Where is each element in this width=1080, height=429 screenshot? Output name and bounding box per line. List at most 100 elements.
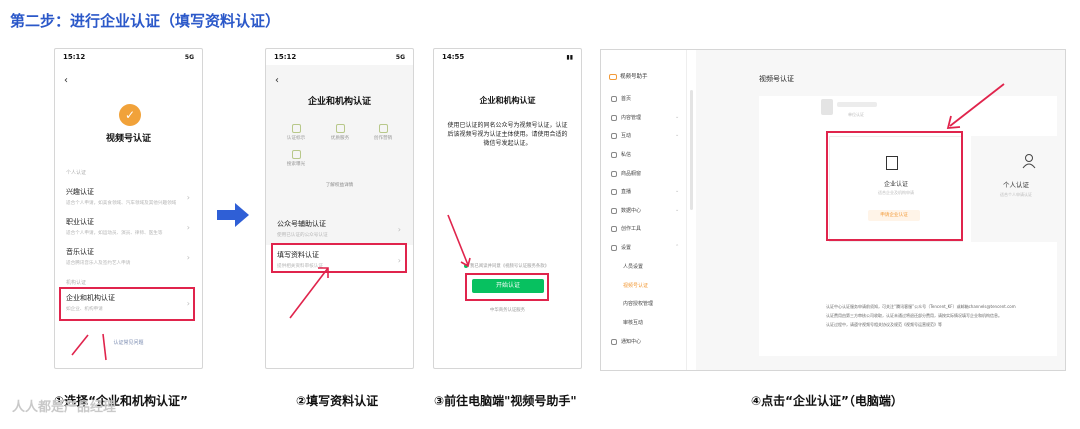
agreement-checkbox[interactable]: 我已阅读并同意《视频号认证服务条款》 <box>464 263 549 269</box>
home-icon <box>611 95 617 102</box>
nav-interaction[interactable]: 互动 ⌄ <box>611 132 679 139</box>
content-icon <box>611 114 617 121</box>
nav-messages[interactable]: 私信 <box>611 151 631 158</box>
list-item-interest[interactable]: 兴趣认证 适合个人申请，如美食领域、汽车领域及其他兴趣领域 › <box>66 187 192 206</box>
chevron-down-icon: ⌄ <box>675 188 680 194</box>
status-network: 5G <box>184 53 194 61</box>
status-network: ▮▮ <box>566 53 573 61</box>
nav-label: 互动 <box>621 133 632 139</box>
nav-label: 数据中心 <box>621 208 642 214</box>
item-subtitle: 使用已认证的公众号认证 <box>277 233 328 238</box>
item-subtitle: 适合腾讯音乐人及签约艺人申请 <box>66 261 131 266</box>
status-network: 5G <box>395 53 405 61</box>
check-icon <box>464 263 468 268</box>
caption-step-3: ③前往电脑端"视频号助手" <box>434 394 577 408</box>
agreement-text: 我已阅读并同意《视频号认证服务条款》 <box>470 264 550 269</box>
next-arrow-icon <box>217 203 249 227</box>
chevron-down-icon: ⌄ <box>675 207 680 213</box>
highlight-box-org <box>59 287 195 321</box>
nav-label: 商品橱窗 <box>621 171 642 177</box>
item-subtitle: 适合个人申请，如运动员、演员、律师、医生等 <box>66 231 163 236</box>
highlight-box-fill-info <box>271 243 407 273</box>
nav-label: 通知中心 <box>621 339 642 345</box>
subnav-review[interactable]: 审核互动 <box>623 319 643 326</box>
status-time: 15:12 <box>63 53 86 61</box>
caption-step-2: ②填写资料认证 <box>296 394 379 408</box>
more-benefits-link[interactable]: 了解权益详情 <box>266 182 413 188</box>
nav-showcase[interactable]: 商品橱窗 <box>611 170 641 177</box>
watermark: 人人都是产品经理 <box>12 400 117 415</box>
list-item-music[interactable]: 音乐认证 适合腾讯音乐人及签约艺人申请 › <box>66 247 192 266</box>
list-item-career[interactable]: 职业认证 适合个人申请，如运动员、演员、律师、医生等 › <box>66 217 192 236</box>
chevron-right-icon: › <box>186 253 190 262</box>
back-icon[interactable]: ‹ <box>275 75 279 86</box>
personal-verify-title: 个人认证 <box>1003 181 1029 189</box>
note-line: 认证过程中，请遵守视频号相关协议及规范《视频号运营规范》等 <box>826 322 942 327</box>
list-item-official-account[interactable]: 公众号辅助认证 使用已认证的公众号认证 › <box>277 219 403 238</box>
feature-marketing: 创作营销 <box>366 124 400 141</box>
nav-home[interactable]: 首页 <box>611 95 631 102</box>
nav-label: 内容管理 <box>621 115 642 121</box>
nav-label: 私信 <box>621 152 632 158</box>
screen-heading: 视频号认证 <box>105 134 151 144</box>
status-bar: 15:12 5G <box>55 49 202 65</box>
personal-verify-desc: 适合个人申请认证 <box>1000 192 1032 197</box>
nav-label: 直播 <box>621 189 632 195</box>
main-title: 视频号认证 <box>759 75 794 83</box>
subnav-members[interactable]: 人员设置 <box>623 263 643 270</box>
item-title: 公众号辅助认证 <box>277 220 326 228</box>
account-name-placeholder <box>837 102 877 107</box>
nav-notifications[interactable]: 通知中心 <box>611 338 641 345</box>
back-icon[interactable]: ‹ <box>64 75 68 86</box>
search-icon <box>291 150 301 159</box>
section-label-org: 机构认证 <box>66 280 87 286</box>
personal-verify-card[interactable]: 个人认证 适合个人申请认证 <box>971 136 1061 242</box>
item-subtitle: 适合个人申请，如美食领域、汽车领域及其他兴趣领域 <box>66 201 177 206</box>
note-line: 认证中心认证服务申请前须知，可关注“腾讯客服”公众号（Tencent_KF）或邮… <box>826 304 1016 309</box>
feature-label: 搜索曝光 <box>286 162 306 167</box>
subnav-verify[interactable]: 视频号认证 <box>623 282 648 289</box>
feature-search: 搜索曝光 <box>279 150 313 167</box>
highlight-box-start <box>465 273 549 301</box>
account-label: 单位认证 <box>848 112 864 117</box>
interaction-icon <box>611 132 617 139</box>
brand-name: 视频号助手 <box>620 74 648 80</box>
chevron-right-icon: › <box>186 193 190 202</box>
item-title: 兴趣认证 <box>66 188 94 196</box>
message-icon <box>611 151 617 158</box>
nav-settings[interactable]: 设置 ⌃ <box>611 244 679 251</box>
nav-label: 首页 <box>621 96 632 102</box>
service-icon <box>335 124 345 133</box>
status-bar: 14:55 ▮▮ <box>434 49 581 65</box>
channels-logo-icon <box>609 73 617 80</box>
feature-badge: 认证标示 <box>279 124 313 141</box>
person-icon <box>1022 154 1036 169</box>
feature-label: 创作营销 <box>373 136 393 141</box>
feature-label: 认证标示 <box>286 136 306 141</box>
nav-tools[interactable]: 创作工具 <box>611 225 641 232</box>
status-bar: 15:12 5G <box>266 49 413 65</box>
status-time: 14:55 <box>442 53 465 61</box>
phone-screen-2: 15:12 5G ‹ 企业和机构认证 认证标示 优质服务 创作营销 搜索曝光 了… <box>265 48 414 369</box>
live-icon <box>611 188 617 195</box>
caption-step-4: ④点击“企业认证”（电脑端） <box>751 394 903 408</box>
chart-icon <box>611 207 617 214</box>
faq-link[interactable]: 认证常见问题 <box>55 339 202 346</box>
nav-label: 设置 <box>621 245 632 251</box>
tools-icon <box>611 225 617 232</box>
nav-live[interactable]: 直播 ⌄ <box>611 188 679 195</box>
screen-heading: 企业和机构认证 <box>479 96 536 105</box>
phone-screen-3: 14:55 ▮▮ 企业和机构认证 使用已认证的同名公众号为视频号认证，认证后该视… <box>433 48 582 369</box>
status-time: 15:12 <box>274 53 297 61</box>
nav-content[interactable]: 内容管理 ⌄ <box>611 114 679 121</box>
sidebar: 视频号助手 首页 内容管理 ⌄ 互动 ⌄ 私信 商品橱窗 直播 ⌄ 数据中心 ⌄ 创作工… <box>601 50 687 370</box>
page-title: 第二步：进行企业认证（填写资料认证） <box>10 12 281 30</box>
description-text: 使用已认证的同名公众号为视频号认证，认证后该视频号视为认证主体使用。请使用合适的… <box>447 122 568 147</box>
chevron-right-icon: › <box>397 225 401 234</box>
sidebar-scrollbar[interactable] <box>690 90 693 210</box>
screen-heading: 企业和机构认证 <box>307 97 371 107</box>
nav-label: 创作工具 <box>621 226 642 232</box>
nav-data[interactable]: 数据中心 ⌄ <box>611 207 679 214</box>
chevron-right-icon: › <box>186 223 190 232</box>
subnav-authorization[interactable]: 内容授权管理 <box>623 300 653 307</box>
